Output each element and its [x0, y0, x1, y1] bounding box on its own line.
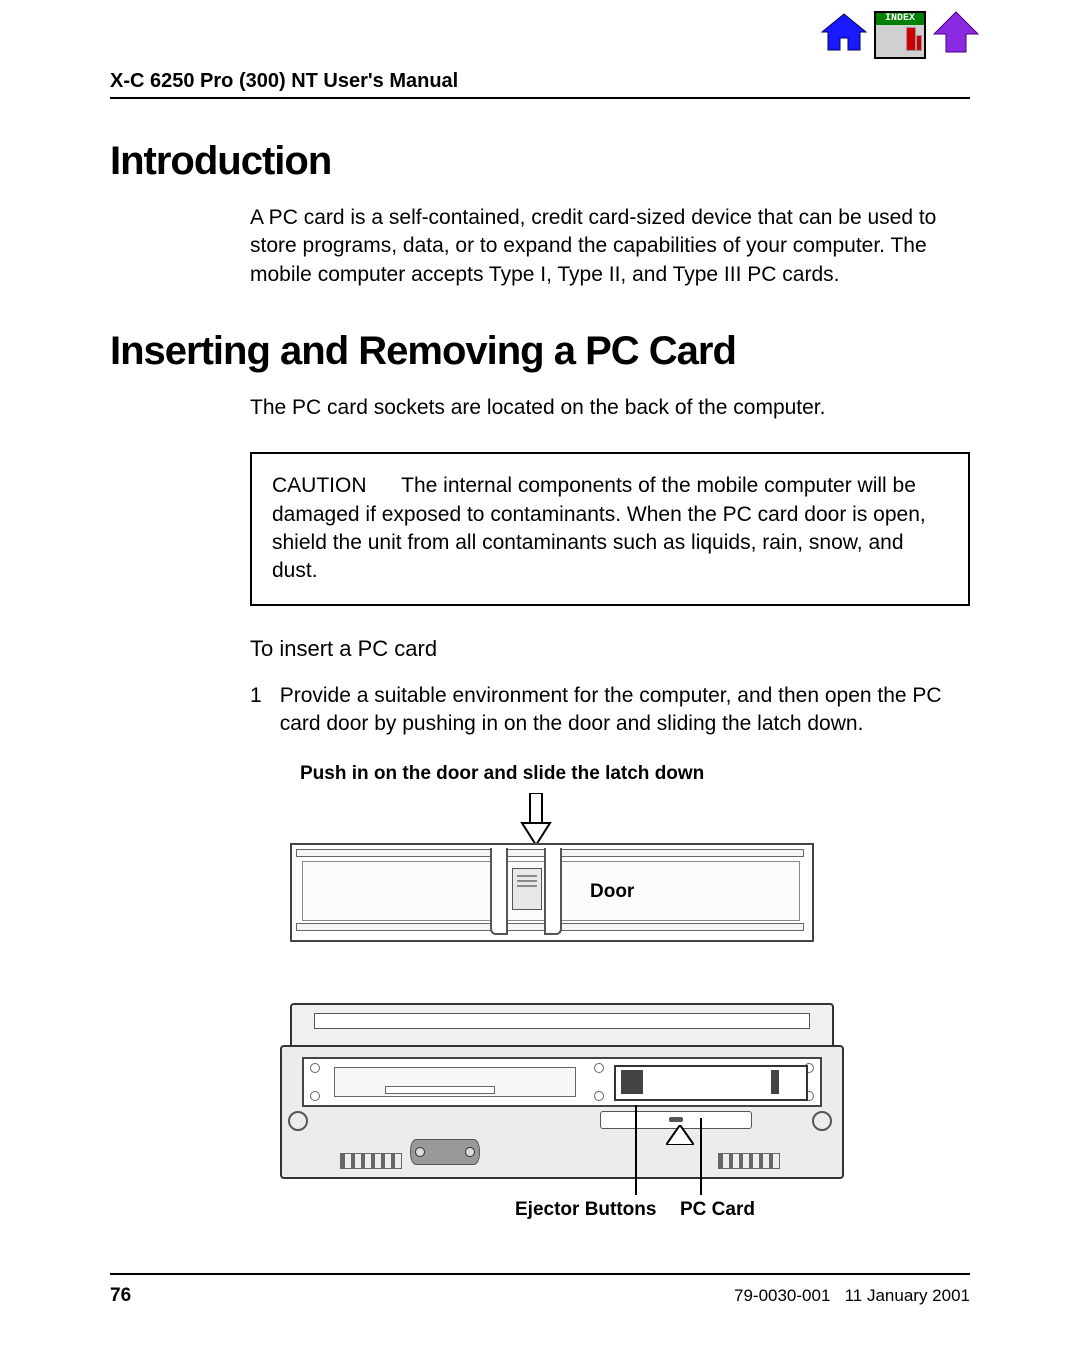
index-icon-label: INDEX [876, 13, 924, 25]
running-header: X-C 6250 Pro (300) NT User's Manual [110, 70, 970, 99]
figure-1-area: Push in on the door and slide the latch … [280, 763, 970, 1243]
pc-card-label: PC Card [680, 1199, 755, 1221]
intro-paragraph: A PC card is a self-contained, credit ca… [250, 204, 970, 289]
home-icon[interactable] [820, 12, 868, 57]
insert-paragraph: The PC card sockets are located on the b… [250, 394, 970, 422]
index-tabs-icon [876, 25, 924, 57]
up-arrow-icon[interactable] [932, 10, 980, 59]
door-label: Door [590, 881, 634, 903]
page-footer: 76 79-0030-001 11 January 2001 [110, 1273, 970, 1307]
insert-subhead: To insert a PC card [250, 636, 970, 662]
step-1-text: Provide a suitable environment for the c… [280, 682, 970, 739]
index-icon[interactable]: INDEX [874, 11, 926, 59]
doc-id-date: 79-0030-001 11 January 2001 [734, 1286, 970, 1306]
heading-inserting-removing: Inserting and Removing a PC Card [110, 329, 970, 374]
figure-1-door: Door [290, 793, 810, 963]
manual-title: X-C 6250 Pro (300) NT User's Manual [110, 70, 458, 92]
figure-1-caption: Push in on the door and slide the latch … [300, 763, 970, 785]
figure-2-computer: Ejector Buttons PC Card [280, 1003, 840, 1243]
caution-label: CAUTION [272, 474, 367, 497]
page-number: 76 [110, 1285, 131, 1307]
caution-box: CAUTION The internal components of the m… [250, 452, 970, 605]
nav-icon-row: INDEX [820, 10, 980, 59]
ejector-buttons-label: Ejector Buttons [515, 1199, 656, 1221]
caution-text: The internal components of the mobile co… [272, 474, 926, 582]
step-1-number: 1 [250, 682, 262, 739]
heading-introduction: Introduction [110, 139, 970, 184]
insert-arrow-icon [666, 1125, 694, 1150]
step-1: 1 Provide a suitable environment for the… [250, 682, 970, 739]
